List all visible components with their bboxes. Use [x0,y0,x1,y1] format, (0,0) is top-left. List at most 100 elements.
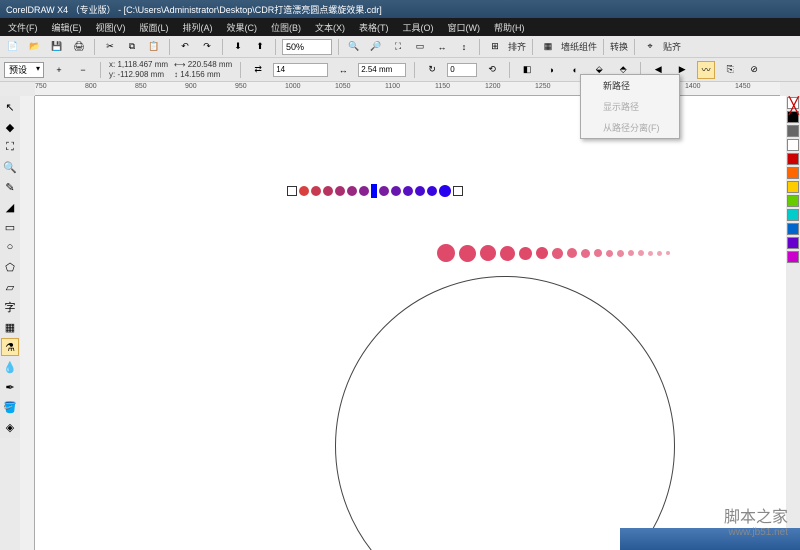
menu-help[interactable]: 帮助(H) [494,21,525,34]
blend-midpoint-handle[interactable] [371,184,377,198]
pick-tool-icon[interactable]: ↖ [1,98,19,116]
blend-step [311,186,321,196]
menu-layout[interactable]: 版面(L) [140,21,169,34]
snap-label[interactable]: 贴齐 [663,40,681,53]
color-swatch[interactable] [787,181,799,193]
color-swatch[interactable] [787,237,799,249]
clear-blend-icon[interactable]: ⊘ [745,61,763,79]
export-icon[interactable]: ⬆ [251,38,269,56]
ellipse-tool-icon[interactable]: ○ [1,238,19,256]
separator [509,62,510,78]
loop-icon[interactable]: ⟲ [483,61,501,79]
color-swatch[interactable] [787,153,799,165]
menu-file[interactable]: 文件(F) [8,21,38,34]
blend-steps-input[interactable] [273,63,328,77]
no-fill-swatch[interactable]: ╳ [787,97,799,109]
menu-tools[interactable]: 工具(O) [403,21,434,34]
menu-text[interactable]: 文本(X) [315,21,345,34]
blend-step [581,249,590,258]
selection-handle[interactable] [453,186,463,196]
h-value: 14.156 mm [180,70,220,79]
selected-blend-group[interactable] [287,184,463,198]
zoom-in-icon[interactable]: 🔍 [345,38,363,56]
circle-path[interactable] [335,276,675,550]
menu-table[interactable]: 表格(T) [359,21,389,34]
convert-label[interactable]: 转换 [610,40,628,53]
menu-bar: 文件(F) 编辑(E) 视图(V) 版面(L) 排列(A) 效果(C) 位图(B… [0,18,800,36]
cut-icon[interactable]: ✂ [101,38,119,56]
color-swatch[interactable] [787,251,799,263]
zoom-out-icon[interactable]: 🔎 [367,38,385,56]
dockers-icon[interactable]: ▦ [539,38,557,56]
zoom-height-icon[interactable]: ↕ [455,38,473,56]
align-label[interactable]: 排齐 [508,40,526,53]
direct-blend-icon[interactable]: ◧ [518,61,536,79]
color-swatch[interactable] [787,209,799,221]
menu-view[interactable]: 视图(V) [96,21,126,34]
snap-to-icon[interactable]: ⌖ [641,38,659,56]
canvas[interactable] [35,96,786,550]
rectangle-tool-icon[interactable]: ▭ [1,218,19,236]
crop-tool-icon[interactable]: ⛶ [1,138,19,156]
blend-step [335,186,345,196]
add-preset-icon[interactable]: + [50,61,68,79]
blend-step [606,250,613,257]
menu-detach-from-path: 从路径分离(F) [581,117,679,138]
color-swatch[interactable] [787,125,799,137]
selection-handle[interactable] [287,186,297,196]
color-swatch[interactable] [787,139,799,151]
zoom-tool-icon[interactable]: 🔍 [1,158,19,176]
redo-icon[interactable]: ↷ [198,38,216,56]
color-swatch[interactable] [787,167,799,179]
path-properties-icon[interactable]: 〰 [697,61,715,79]
zoom-width-icon[interactable]: ↔ [433,38,451,56]
menu-bitmaps[interactable]: 位图(B) [271,21,301,34]
undo-icon[interactable]: ↶ [176,38,194,56]
interactive-fill-icon[interactable]: ◈ [1,418,19,436]
print-icon[interactable]: 🖨 [70,38,88,56]
outline-tool-icon[interactable]: ✒ [1,378,19,396]
table-tool-icon[interactable]: ▦ [1,318,19,336]
polygon-tool-icon[interactable]: ⬠ [1,258,19,276]
menu-arrange[interactable]: 排列(A) [183,21,213,34]
remove-preset-icon[interactable]: − [74,61,92,79]
blend-step [359,186,369,196]
copy-blend-icon[interactable]: ⎘ [721,61,739,79]
menu-new-path[interactable]: 新路径 [581,75,679,96]
color-swatch[interactable] [787,195,799,207]
color-swatch[interactable] [787,223,799,235]
blend-step [437,244,455,262]
blend-step [657,251,662,256]
menu-edit[interactable]: 编辑(E) [52,21,82,34]
menu-effects[interactable]: 效果(C) [227,21,258,34]
pink-blend-group [437,244,670,262]
eyedropper-tool-icon[interactable]: 💧 [1,358,19,376]
path-context-menu: 新路径 显示路径 从路径分离(F) [580,74,680,139]
text-tool-icon[interactable]: 字 [1,298,19,316]
interactive-blend-tool-icon[interactable]: ⚗ [1,338,19,356]
paste-icon[interactable]: 📋 [145,38,163,56]
save-icon[interactable]: 💾 [48,38,66,56]
blend-step [552,248,563,259]
preset-dropdown[interactable]: 预设 [4,62,44,78]
dockers-label[interactable]: 墙纸组件 [561,40,597,53]
menu-window[interactable]: 窗口(W) [448,21,481,34]
basic-shapes-icon[interactable]: ▱ [1,278,19,296]
copy-icon[interactable]: ⧉ [123,38,141,56]
zoom-page-icon[interactable]: ▭ [411,38,429,56]
smart-fill-icon[interactable]: ◢ [1,198,19,216]
blend-spacing-input[interactable] [358,63,406,77]
zoom-fit-icon[interactable]: ⛶ [389,38,407,56]
menu-show-path: 显示路径 [581,96,679,117]
shape-tool-icon[interactable]: ◆ [1,118,19,136]
open-icon[interactable]: 📂 [26,38,44,56]
blend-direction-icon[interactable]: ↻ [423,61,441,79]
clockwise-blend-icon[interactable]: ◑ [542,61,560,79]
blend-angle-input[interactable] [447,63,477,77]
import-icon[interactable]: ⬇ [229,38,247,56]
zoom-level-input[interactable] [282,39,332,55]
fill-tool-icon[interactable]: 🪣 [1,398,19,416]
freehand-tool-icon[interactable]: ✎ [1,178,19,196]
new-icon[interactable]: 📄 [4,38,22,56]
snap-icon[interactable]: ⊞ [486,38,504,56]
